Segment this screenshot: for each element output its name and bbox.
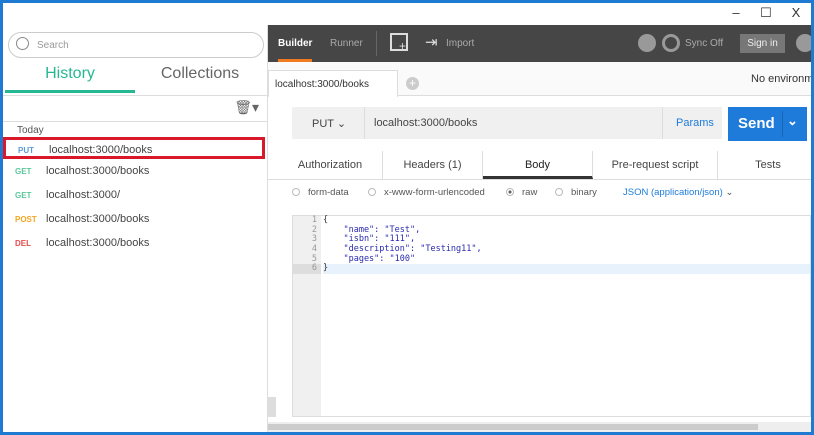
code-line: "pages": "100" [323, 253, 416, 264]
sidebar: Search History Collections 🗑▾ Today PUT l… [3, 25, 268, 432]
tab-body[interactable]: Body [483, 151, 593, 179]
radio-label: binary [571, 187, 597, 198]
method-label: PUT [312, 118, 334, 130]
builder-tab[interactable]: Builder [278, 38, 313, 62]
settings-icon[interactable] [796, 34, 811, 52]
params-button[interactable]: Params [676, 117, 714, 129]
divider [3, 95, 267, 96]
tab-tests[interactable]: Tests [718, 151, 811, 179]
method-badge: DEL [15, 239, 31, 248]
radio-form-data[interactable]: form-data [292, 187, 349, 198]
history-item[interactable]: PUT localhost:3000/books [3, 137, 265, 159]
code-line: } [323, 264, 810, 275]
request-tab[interactable]: localhost:3000/books [268, 70, 398, 97]
radio-x-www-form-urlencoded[interactable]: x-www-form-urlencoded [368, 187, 485, 198]
history-item[interactable]: GET localhost:3000/ [3, 185, 265, 207]
title-bar: – ☐ X [3, 3, 811, 25]
sync-status: Sync Off [685, 38, 724, 49]
close-button[interactable]: X [781, 5, 811, 23]
history-item[interactable]: POST localhost:3000/books [3, 209, 265, 231]
import-icon[interactable]: ⇥ [425, 33, 438, 51]
send-label: Send [738, 115, 775, 132]
history-url: localhost:3000/ [46, 189, 120, 201]
radio-label: x-www-form-urlencoded [384, 187, 485, 198]
maximize-button[interactable]: ☐ [751, 5, 781, 23]
tab-history[interactable]: History [5, 65, 135, 93]
url-input[interactable]: localhost:3000/books [374, 117, 477, 129]
trash-icon[interactable]: 🗑▾ [234, 99, 259, 116]
environment-select[interactable]: No environment [751, 73, 811, 85]
tab-authorization[interactable]: Authorization [278, 151, 383, 179]
signin-button[interactable]: Sign in [740, 34, 785, 53]
divider [3, 121, 267, 122]
radio-label: raw [522, 187, 538, 198]
radio-raw[interactable]: raw [506, 187, 537, 198]
runner-tab[interactable]: Runner [330, 38, 363, 49]
search-icon [16, 37, 29, 50]
horizontal-scrollbar[interactable] [268, 422, 811, 432]
radio-binary[interactable]: binary [555, 187, 597, 198]
interceptor-icon[interactable] [638, 34, 656, 52]
history-url: localhost:3000/books [46, 213, 150, 225]
top-toolbar: Builder Runner + ⇥ Import Sync Off Sign … [268, 25, 811, 62]
send-button[interactable]: Send ⌄ [728, 107, 807, 141]
tab-pre-request-script[interactable]: Pre-request script [593, 151, 718, 179]
chevron-down-icon[interactable]: ⌄ [787, 113, 798, 129]
content-type-select[interactable]: JSON (application/json) ⌄ [623, 187, 733, 198]
url-bar: PUT ⌄ localhost:3000/books Params [292, 107, 722, 139]
request-tabs: localhost:3000/books + No environment [268, 62, 811, 97]
content-type-label: JSON (application/json) [623, 187, 723, 198]
method-select[interactable]: PUT ⌄ [312, 117, 346, 130]
radio-label: form-data [308, 187, 349, 198]
import-button[interactable]: Import [446, 38, 474, 49]
history-item[interactable]: GET localhost:3000/books [3, 161, 265, 183]
main-panel: Builder Runner + ⇥ Import Sync Off Sign … [268, 25, 811, 432]
method-badge: GET [15, 191, 32, 200]
method-badge: POST [15, 215, 37, 224]
add-tab-icon[interactable]: + [406, 77, 419, 90]
sync-icon [662, 34, 680, 52]
app-window: – ☐ X Search History Collections 🗑▾ Toda… [3, 3, 811, 432]
chevron-down-icon: ⌄ [336, 118, 347, 130]
search-placeholder: Search [37, 40, 69, 51]
scroll-left-arrow[interactable] [268, 397, 276, 417]
tab-headers-[interactable]: Headers (1) [383, 151, 483, 179]
line-number: 6 [293, 264, 321, 275]
history-item[interactable]: DEL localhost:3000/books [3, 233, 265, 255]
line-numbers: 123456 [293, 215, 321, 416]
history-url: localhost:3000/books [49, 144, 153, 156]
method-badge: GET [15, 167, 32, 176]
group-label: Today [17, 125, 44, 136]
history-url: localhost:3000/books [46, 237, 150, 249]
new-tab-icon[interactable]: + [390, 33, 408, 53]
minimize-button[interactable]: – [721, 5, 751, 23]
method-badge: PUT [18, 146, 34, 155]
tab-collections[interactable]: Collections [135, 65, 265, 93]
code-editor[interactable]: 123456 { "name": "Test", "isbn": "111", … [292, 215, 811, 417]
search-input[interactable]: Search [8, 32, 264, 58]
history-url: localhost:3000/books [46, 165, 150, 177]
code-content[interactable]: { "name": "Test", "isbn": "111", "descri… [323, 215, 810, 275]
